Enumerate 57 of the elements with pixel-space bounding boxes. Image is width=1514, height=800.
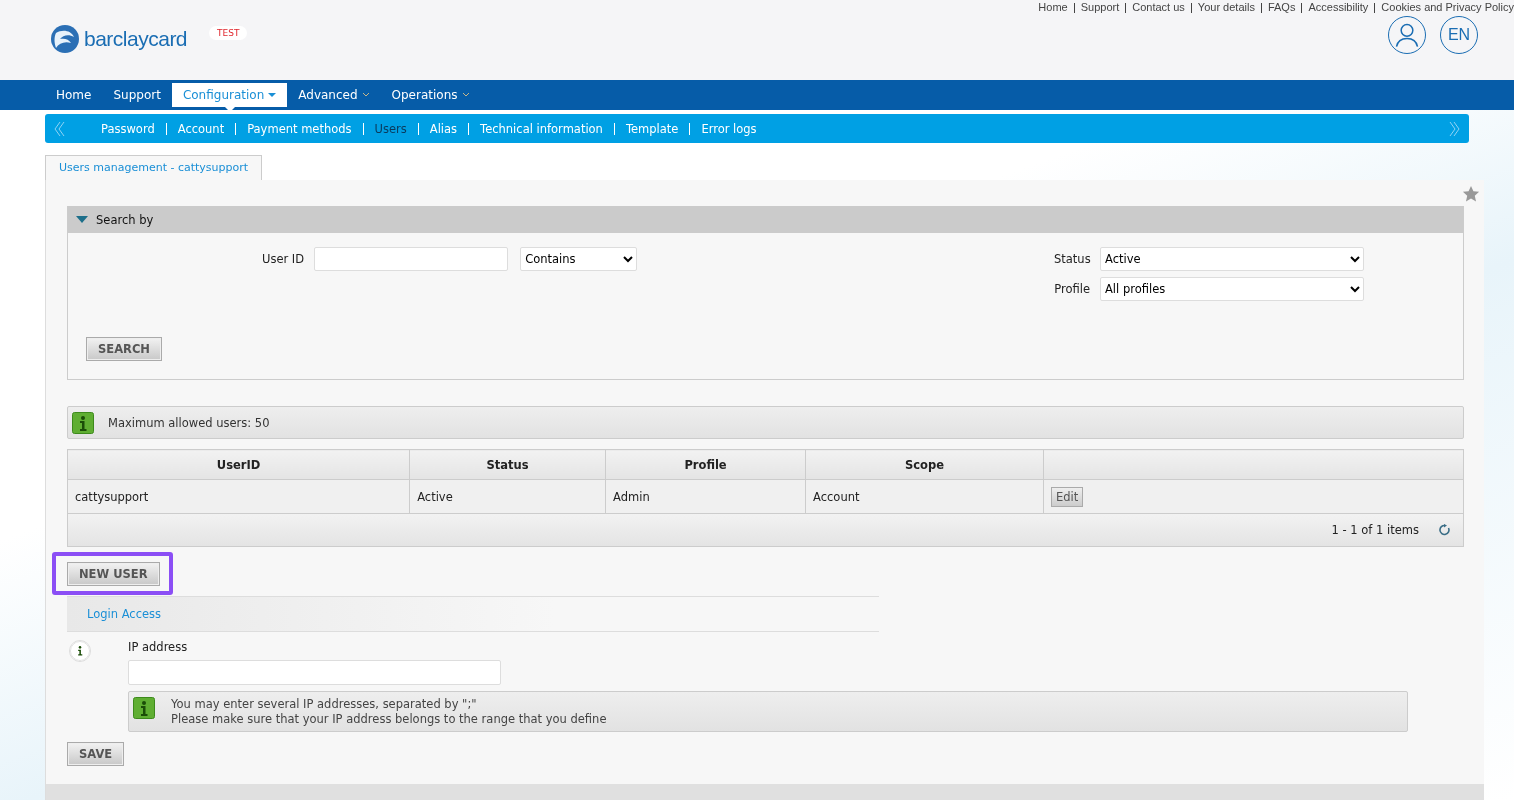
field-label: IP address (128, 640, 189, 654)
section-link[interactable]: Login Access (87, 607, 162, 621)
sub-nav-item[interactable]: Technical information (469, 121, 614, 136)
ip-address-field[interactable] (128, 660, 501, 685)
match-dropdown[interactable]: Contains (520, 247, 638, 271)
info-icon (133, 697, 155, 719)
top-link[interactable]: Your details (1197, 1, 1255, 13)
top-link[interactable]: Home (1038, 1, 1068, 13)
sub-nav-item[interactable]: Users (363, 121, 418, 136)
status-dropdown[interactable]: Active (1100, 247, 1364, 271)
top-link[interactable]: Accessibility (1308, 1, 1369, 13)
top-link[interactable]: Support (1080, 1, 1120, 13)
field-label: User ID (262, 252, 305, 266)
table-cell: Account (805, 479, 1044, 514)
main-nav-item[interactable]: Support (102, 83, 172, 107)
main-nav-item[interactable]: Advanced (287, 83, 381, 107)
search-button[interactable]: SEARCH (86, 337, 162, 361)
sub-nav-item[interactable]: Account (166, 121, 236, 136)
field-label: Profile (1054, 282, 1090, 296)
scroll-right-icon[interactable] (1449, 120, 1461, 137)
collapse-triangle-icon[interactable] (76, 214, 88, 225)
column-header: Profile (605, 449, 806, 480)
pager-text: 1 - 1 of 1 items (1331, 523, 1419, 537)
section-title: Search by (96, 212, 154, 227)
column-header: Status (409, 449, 606, 480)
info-icon (69, 640, 91, 662)
user-id-field[interactable] (314, 247, 509, 271)
save-button[interactable]: SAVE (67, 742, 125, 766)
page-tab[interactable]: Users management - cattysupport (45, 155, 263, 180)
table-cell: cattysupport (67, 479, 410, 514)
main-nav-item[interactable]: Operations (380, 83, 481, 107)
column-header: Scope (805, 449, 1044, 480)
sub-nav-item[interactable]: Password (90, 121, 166, 136)
hint-text: You may enter several IP addresses, separated by ";" Please make sure that your IP address belongs to the range that you define (171, 697, 607, 727)
logo-text: barclaycard (84, 27, 188, 51)
top-link[interactable]: FAQs (1267, 1, 1296, 13)
new-user-button[interactable]: NEW USER (67, 562, 160, 586)
refresh-icon[interactable] (1439, 524, 1451, 536)
info-icon (72, 411, 94, 434)
top-link[interactable]: Contact us (1132, 1, 1185, 13)
table-cell: Active (409, 479, 606, 514)
field-label: Status (1054, 252, 1090, 266)
main-nav-item[interactable]: Home (45, 83, 103, 107)
top-link[interactable]: Cookies and Privacy Policy (1381, 1, 1514, 13)
logo-icon (50, 24, 80, 54)
star-icon[interactable] (1462, 185, 1480, 203)
table-cell: Admin (605, 479, 806, 514)
environment-badge: TEST (209, 26, 248, 40)
sub-nav-item[interactable]: Alias (418, 121, 469, 136)
sub-nav-item[interactable]: Payment methods (236, 121, 363, 136)
profile-dropdown[interactable]: All profiles (1100, 277, 1364, 301)
scroll-left-icon[interactable] (53, 120, 65, 137)
info-message: Maximum allowed users: 50 (108, 415, 270, 430)
edit-button[interactable]: Edit (1051, 486, 1084, 507)
sub-nav-item[interactable]: Error logs (690, 121, 768, 136)
column-header: UserID (67, 449, 410, 480)
sub-nav-item[interactable]: Template (614, 121, 690, 136)
